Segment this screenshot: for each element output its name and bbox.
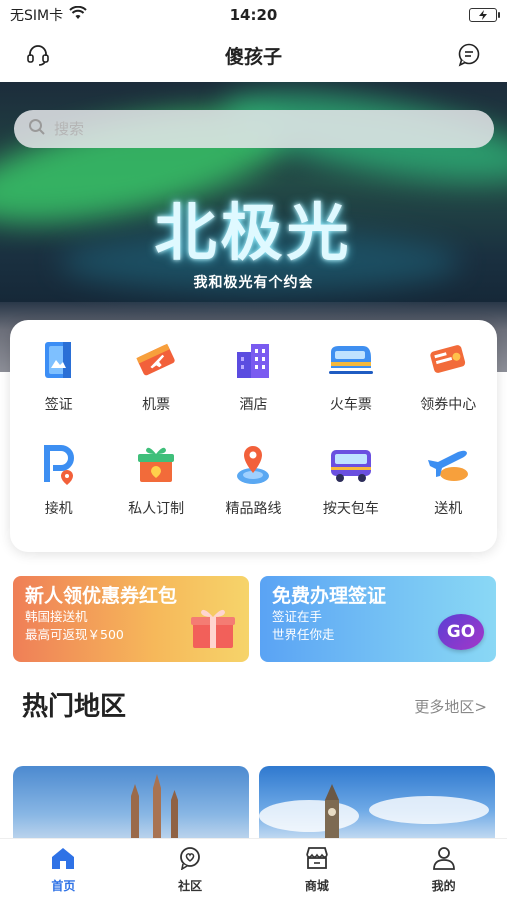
service-hotel[interactable]: 酒店 [205, 336, 302, 440]
service-air-ticket[interactable]: 机票 [107, 336, 204, 440]
destination-card[interactable] [13, 766, 249, 846]
visa-icon [35, 336, 83, 384]
service-label: 送机 [434, 501, 463, 517]
section-title: 热门地区 [22, 692, 127, 722]
route-pin-icon [229, 440, 277, 488]
status-left: 无SIM卡 [10, 5, 87, 25]
chat-bubble-icon[interactable] [453, 39, 485, 71]
more-regions-link[interactable]: 更多地区> [414, 696, 487, 717]
service-dropoff[interactable]: 送机 [400, 440, 497, 544]
service-label: 精品路线 [225, 501, 282, 517]
profile-icon [431, 846, 457, 874]
go-badge: GO [438, 614, 484, 650]
services-grid: 签证 机票 酒店 火车票 领券中心 接机 私人订制 精品路线 按天包车 送机 [10, 320, 497, 552]
service-label: 领券中心 [420, 397, 477, 413]
destination-card[interactable] [259, 766, 495, 846]
gift-box-icon [187, 606, 239, 654]
tab-label: 首页 [51, 878, 76, 893]
service-label: 签证 [44, 397, 73, 413]
promo-title: 新人领优惠券红包 [25, 585, 178, 607]
promo-title: 免费办理签证 [272, 585, 387, 607]
tab-profile[interactable]: 我的 [380, 839, 507, 900]
search-icon [28, 118, 46, 140]
clock-tower-image [259, 784, 489, 846]
gift-box-icon [132, 440, 180, 488]
tab-community[interactable]: 社区 [127, 839, 254, 900]
service-label: 机票 [142, 397, 171, 413]
coupon-icon [424, 336, 472, 384]
service-label: 按天包车 [322, 501, 379, 517]
service-label: 火车票 [329, 397, 372, 413]
airplane-icon [424, 440, 472, 488]
service-train[interactable]: 火车票 [302, 336, 399, 440]
page-title: 傻孩子 [224, 45, 282, 68]
cathedral-spires-image [131, 774, 178, 846]
promo-newcomer-coupon[interactable]: 新人领优惠券红包 韩国接送机 最高可返现￥500 [13, 576, 249, 662]
search-input[interactable] [54, 120, 454, 138]
home-icon [50, 846, 76, 874]
search-bar[interactable] [14, 110, 494, 148]
tab-label: 我的 [431, 878, 456, 893]
bus-icon [327, 440, 375, 488]
store-icon [304, 846, 330, 874]
bottom-tab-bar: 首页 社区 商城 我的 [0, 838, 507, 900]
air-ticket-icon [132, 336, 180, 384]
carrier-label: 无SIM卡 [10, 8, 64, 24]
tab-store[interactable]: 商城 [254, 839, 381, 900]
service-label: 私人订制 [128, 501, 185, 517]
service-charter[interactable]: 按天包车 [302, 440, 399, 544]
service-custom[interactable]: 私人订制 [107, 440, 204, 544]
tab-home[interactable]: 首页 [0, 839, 127, 900]
train-icon [327, 336, 375, 384]
banner-subtitle: 我和极光有个约会 [193, 275, 314, 291]
pickup-icon [35, 440, 83, 488]
app-header: 傻孩子 [0, 30, 507, 80]
headset-icon[interactable] [22, 39, 54, 71]
service-label: 接机 [44, 501, 73, 517]
service-label: 酒店 [239, 397, 268, 413]
tab-label: 商城 [304, 878, 329, 893]
service-coupon[interactable]: 领券中心 [400, 336, 497, 440]
promo-free-visa[interactable]: 免费办理签证 签证在手 世界任你走 GO [260, 576, 496, 662]
wifi-icon [69, 5, 87, 24]
battery-icon [469, 8, 500, 22]
tab-label: 社区 [178, 878, 203, 893]
service-visa[interactable]: 签证 [10, 336, 107, 440]
banner-title: 北极光 [154, 196, 353, 269]
community-icon [177, 846, 203, 874]
status-bar: 无SIM卡 14:20 [0, 0, 507, 30]
service-pickup[interactable]: 接机 [10, 440, 107, 544]
hotel-icon [229, 336, 277, 384]
service-route[interactable]: 精品路线 [205, 440, 302, 544]
